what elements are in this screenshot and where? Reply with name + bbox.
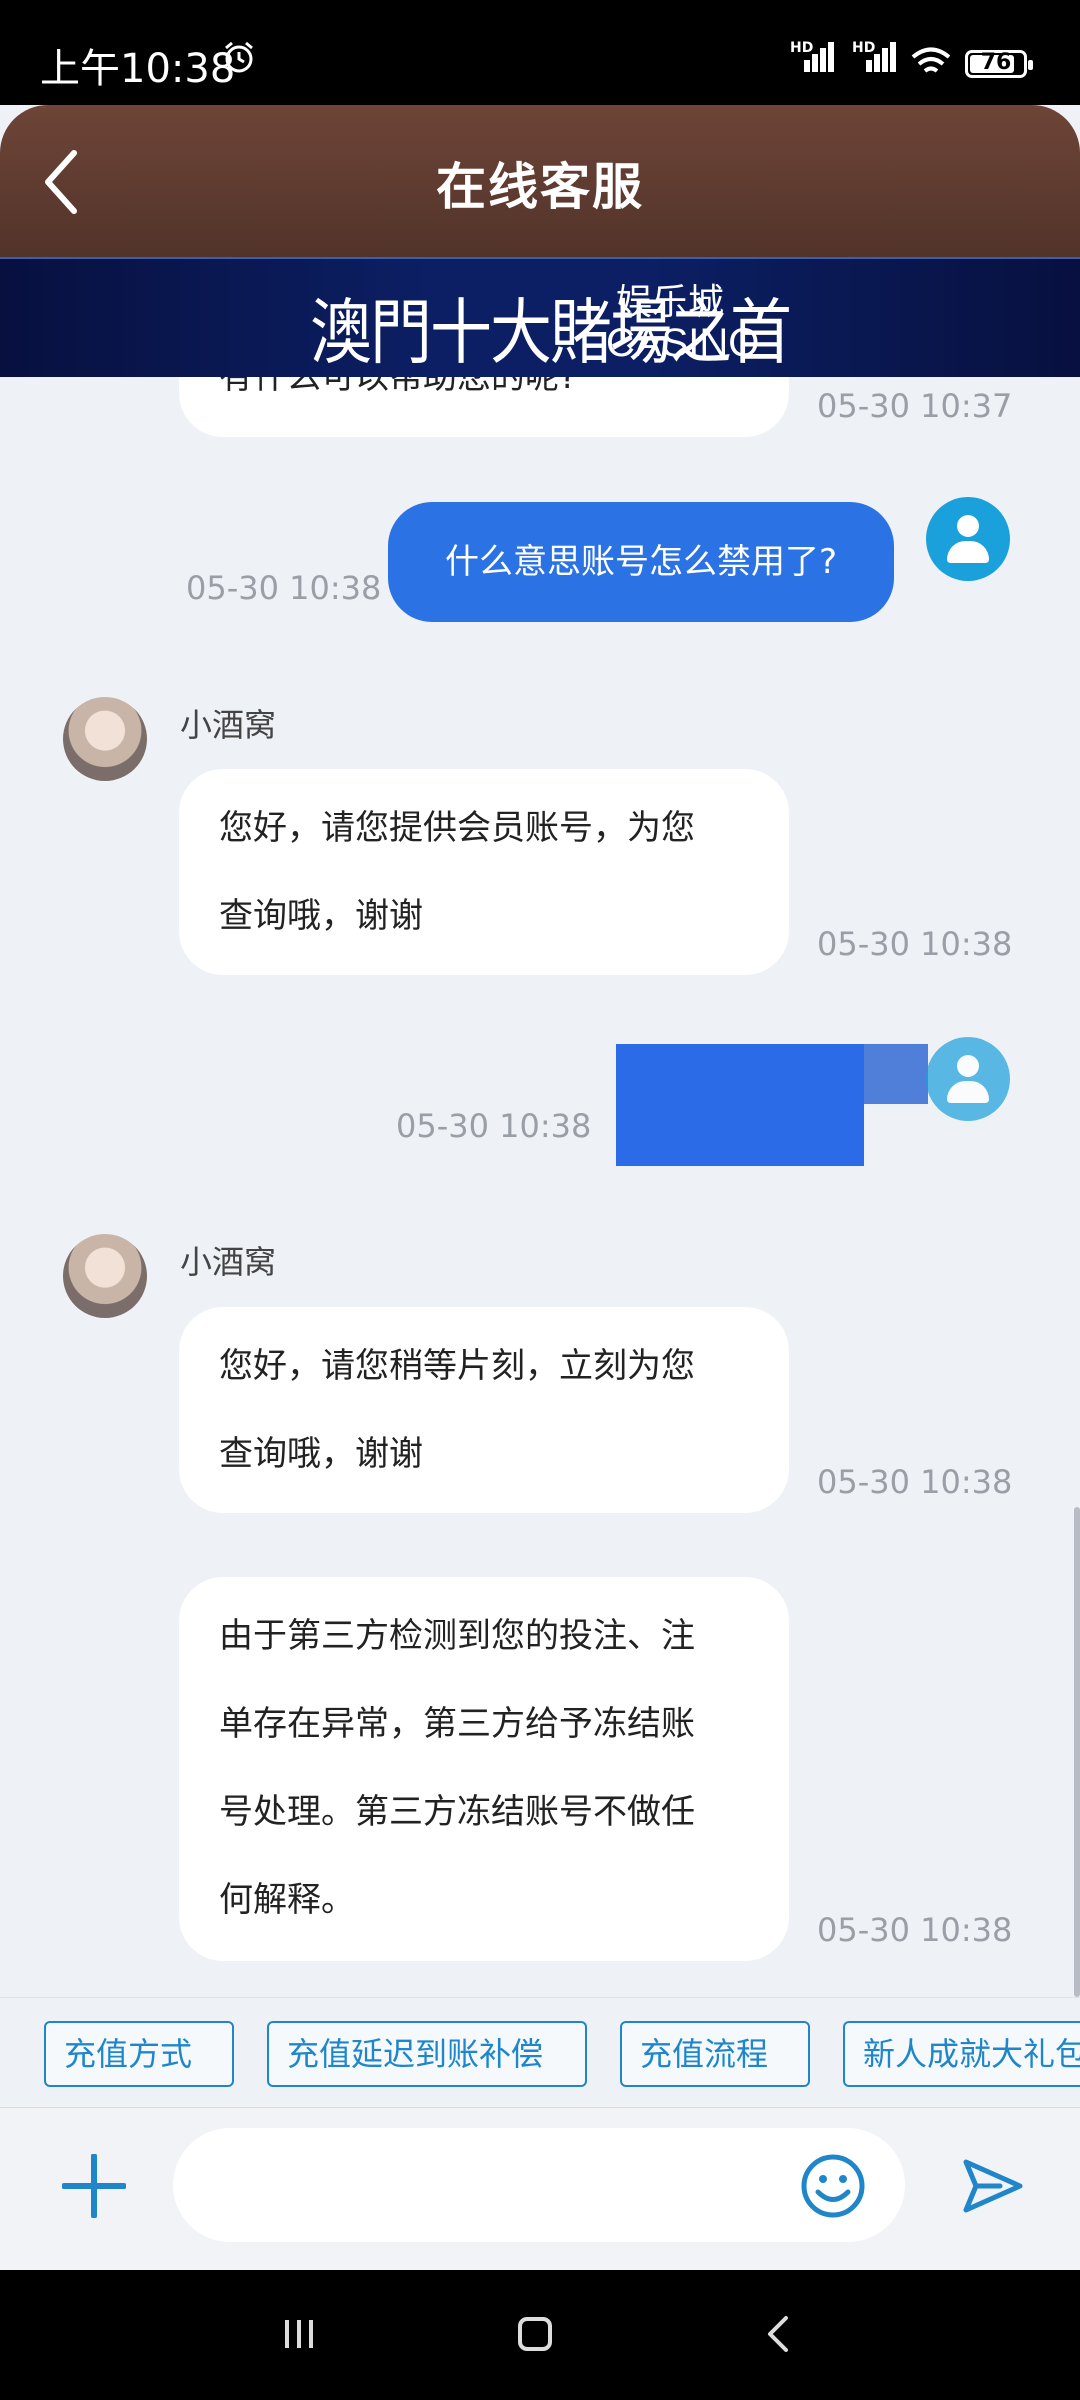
message-timestamp: 05-30 10:38 bbox=[817, 1911, 1013, 1949]
redaction-block bbox=[864, 1044, 928, 1104]
agent-message-bubble: 您好，请您稍等片刻，立刻为您 查询哦，谢谢 bbox=[179, 1307, 789, 1513]
home-icon[interactable] bbox=[515, 2310, 555, 2360]
message-timestamp: 05-30 10:37 bbox=[817, 387, 1013, 425]
message-text: 什么意思账号怎么禁用了? bbox=[444, 542, 838, 582]
status-bar: 上午10:38 HD HD 76 bbox=[0, 0, 1080, 105]
message-text-line: 号处理。第三方冻结账号不做任 bbox=[219, 1792, 695, 1832]
message-text-line: 何解释。 bbox=[219, 1880, 355, 1920]
status-time: 上午10:38 bbox=[40, 46, 236, 92]
message-input-bar bbox=[0, 2107, 1080, 2270]
message-timestamp: 05-30 10:38 bbox=[817, 925, 1013, 963]
system-nav-bar bbox=[0, 2270, 1080, 2400]
quick-reply-chip[interactable]: 充值流程 bbox=[620, 2021, 810, 2087]
message-text-line: 查询哦，谢谢 bbox=[219, 1434, 423, 1474]
smiley-icon[interactable] bbox=[800, 2153, 866, 2219]
message-text-line: 单存在异常，第三方给予冻结账 bbox=[219, 1704, 695, 1744]
message-text-line: 您好，请您提供会员账号，为您 bbox=[219, 808, 695, 848]
quick-reply-chip[interactable]: 充值延迟到账补偿 bbox=[267, 2021, 587, 2087]
send-icon[interactable] bbox=[960, 2156, 1024, 2216]
user-message-bubble: 什么意思账号怎么禁用了? bbox=[388, 502, 894, 622]
banner-sub-text: 娱乐城 bbox=[616, 282, 725, 323]
chat-scrollbar[interactable] bbox=[1074, 1507, 1080, 1997]
signal-icon-1 bbox=[804, 42, 834, 72]
banner-casino-text: CASINO bbox=[606, 321, 760, 365]
battery-icon: 76 bbox=[965, 50, 1033, 78]
agent-message-bubble: 有什么可以帮助您的呢? bbox=[179, 377, 789, 437]
plus-icon[interactable] bbox=[62, 2154, 126, 2218]
wifi-icon bbox=[911, 47, 951, 73]
recent-apps-icon[interactable] bbox=[282, 2310, 318, 2360]
agent-message-bubble: 由于第三方检测到您的投注、注 单存在异常，第三方给予冻结账 号处理。第三方冻结账… bbox=[179, 1577, 789, 1961]
redacted-message-bubble bbox=[616, 1044, 864, 1166]
back-nav-icon[interactable] bbox=[760, 2310, 796, 2360]
agent-message-bubble: 您好，请您提供会员账号，为您 查询哦，谢谢 bbox=[179, 769, 789, 975]
message-timestamp: 05-30 10:38 bbox=[396, 1107, 592, 1145]
message-text-line: 您好，请您稍等片刻，立刻为您 bbox=[219, 1346, 695, 1386]
message-text-line: 由于第三方检测到您的投注、注 bbox=[219, 1616, 695, 1656]
message-timestamp: 05-30 10:38 bbox=[186, 569, 382, 607]
message-input[interactable] bbox=[173, 2128, 905, 2242]
quick-reply-chip[interactable]: 充值方式 bbox=[44, 2021, 234, 2087]
battery-level: 76 bbox=[980, 50, 1012, 75]
user-avatar bbox=[926, 1037, 1010, 1121]
chat-header: 在线客服 bbox=[0, 105, 1080, 257]
message-text-line: 查询哦，谢谢 bbox=[219, 896, 423, 936]
quick-reply-chip[interactable]: 新人成就大礼包 bbox=[843, 2021, 1080, 2087]
agent-avatar bbox=[63, 1234, 147, 1318]
alarm-clock-icon bbox=[225, 41, 253, 73]
chat-message-list[interactable]: 有什么可以帮助您的呢? 05-30 10:37 05-30 10:38 什么意思… bbox=[0, 377, 1080, 1997]
quick-reply-bar: 充值方式 充值延迟到账补偿 充值流程 新人成就大礼包 bbox=[0, 1997, 1080, 2107]
page-title: 在线客服 bbox=[436, 158, 644, 216]
agent-name: 小酒窝 bbox=[180, 706, 277, 744]
signal-icon-2 bbox=[866, 42, 896, 72]
agent-avatar bbox=[63, 697, 147, 781]
message-text: 有什么可以帮助您的呢? bbox=[219, 377, 578, 397]
casino-banner: 澳門十大賭場之首 娱乐城 CASINO bbox=[0, 257, 1080, 377]
message-timestamp: 05-30 10:38 bbox=[817, 1463, 1013, 1501]
agent-name: 小酒窝 bbox=[180, 1243, 277, 1281]
user-avatar bbox=[926, 497, 1010, 581]
